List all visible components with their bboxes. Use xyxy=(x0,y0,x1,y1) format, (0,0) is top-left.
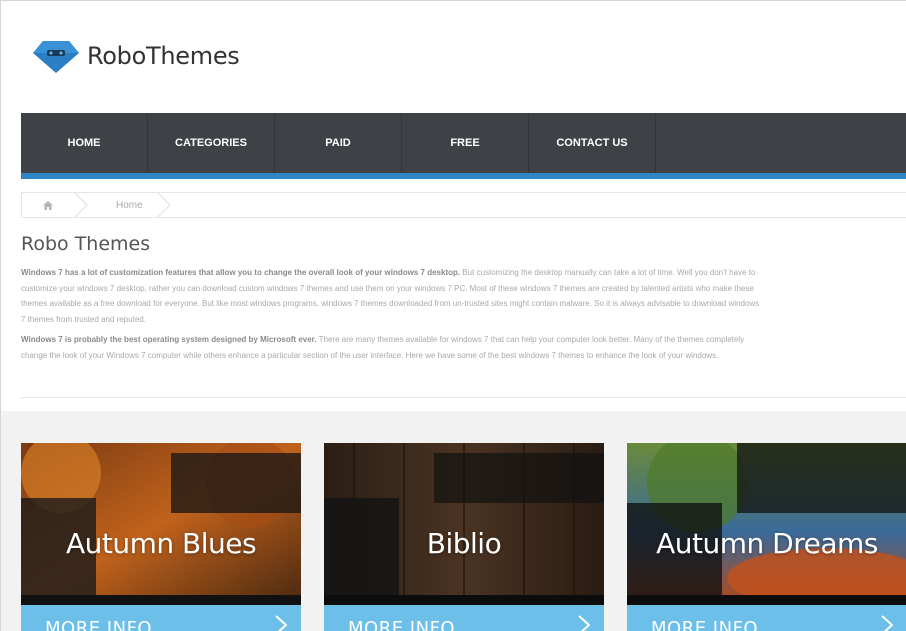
theme-title: Autumn Dreams xyxy=(656,527,878,560)
breadcrumb-home[interactable] xyxy=(22,193,74,217)
breadcrumb-chevron-icon xyxy=(74,193,88,217)
intro-section: Robo Themes Windows 7 has a lot of custo… xyxy=(21,233,761,368)
chevron-right-icon xyxy=(881,615,893,631)
breadcrumb-current[interactable]: Home xyxy=(88,200,143,211)
theme-thumbnail-image xyxy=(324,443,604,605)
page-title: Robo Themes xyxy=(21,233,151,255)
more-info-button[interactable]: MORE INFO xyxy=(627,605,906,631)
theme-title: Autumn Blues xyxy=(65,527,257,560)
intro-paragraph-2: Windows 7 is probably the best operating… xyxy=(21,332,761,363)
more-info-label: MORE INFO xyxy=(45,618,153,631)
site-header: RoboThemes xyxy=(1,1,906,113)
diamond-logo-icon xyxy=(33,41,79,73)
theme-card[interactable]: Autumn Dreams MORE INFO xyxy=(627,443,906,631)
theme-card[interactable]: Biblio MORE INFO xyxy=(324,443,604,631)
intro-paragraph-1-bold: Windows 7 has a lot of customization fea… xyxy=(21,268,461,277)
nav-contact-us[interactable]: CONTACT US xyxy=(529,113,656,173)
site-logo[interactable]: RoboThemes xyxy=(33,39,240,73)
theme-title: Biblio xyxy=(426,527,502,560)
nav-paid[interactable]: PAID xyxy=(275,113,402,173)
page: RoboThemes HOME CATEGORIES PAID FREE CON… xyxy=(0,0,906,631)
breadcrumb: Home xyxy=(21,192,906,218)
theme-thumbnail-image xyxy=(21,443,301,605)
site-name: RoboThemes xyxy=(87,42,240,70)
nav-free[interactable]: FREE xyxy=(402,113,529,173)
main-nav: HOME CATEGORIES PAID FREE CONTACT US xyxy=(21,113,906,173)
nav-categories[interactable]: CATEGORIES xyxy=(148,113,275,173)
more-info-button[interactable]: MORE INFO xyxy=(21,605,301,631)
intro-paragraph-2-bold: Windows 7 is probably the best operating… xyxy=(21,335,317,344)
nav-accent-bar xyxy=(21,173,906,179)
home-icon xyxy=(43,200,53,210)
more-info-label: MORE INFO xyxy=(348,618,456,631)
chevron-right-icon xyxy=(578,615,590,631)
more-info-label: MORE INFO xyxy=(651,618,759,631)
nav-home[interactable]: HOME xyxy=(21,113,148,173)
more-info-button[interactable]: MORE INFO xyxy=(324,605,604,631)
breadcrumb-chevron-icon xyxy=(157,193,171,217)
theme-thumbnail-image xyxy=(627,443,906,605)
section-divider xyxy=(21,397,906,398)
intro-paragraph-1: Windows 7 has a lot of customization fea… xyxy=(21,265,761,327)
chevron-right-icon xyxy=(275,615,287,631)
theme-card[interactable]: Autumn Blues MORE INFO xyxy=(21,443,301,631)
